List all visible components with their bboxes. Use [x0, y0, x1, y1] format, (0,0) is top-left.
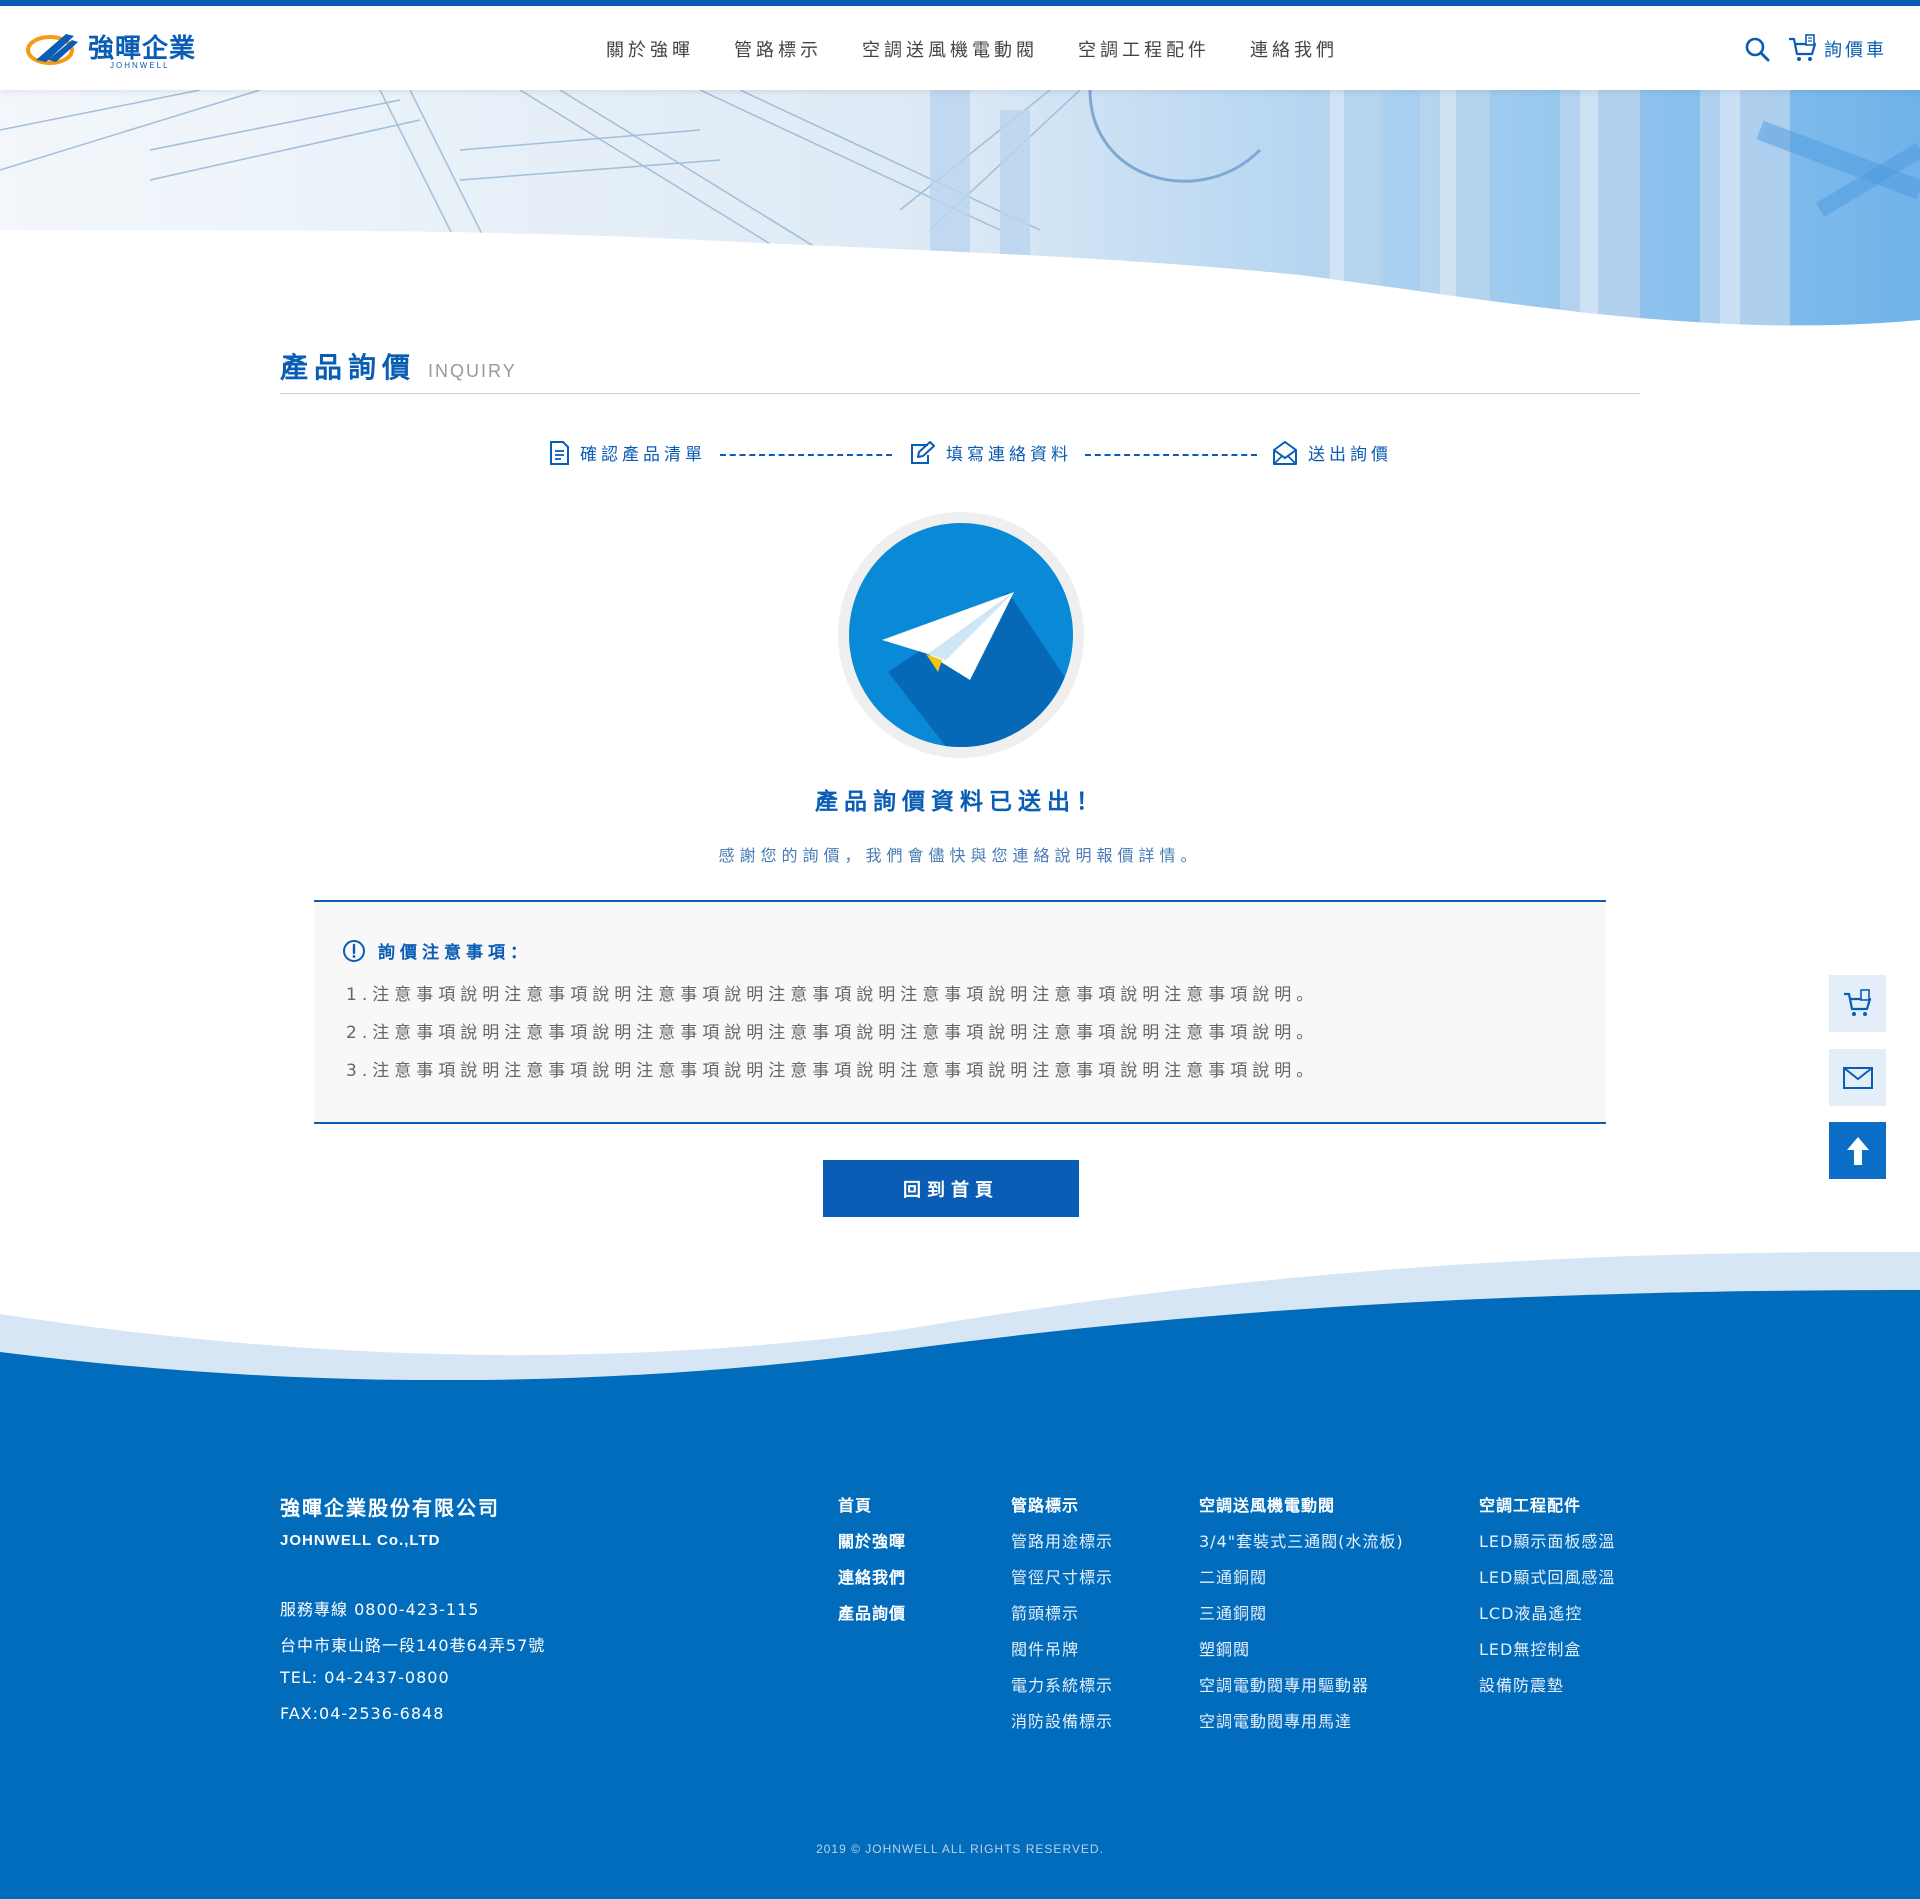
notice-item: 2.注意事項說明注意事項說明注意事項說明注意事項說明注意事項說明注意事項說明注意…: [346, 1023, 1319, 1043]
footer-col-heading[interactable]: 管路標示: [1011, 1492, 1113, 1528]
footer-col-pipe-marking: 管路標示 管路用途標示 管徑尺寸標示 箭頭標示 閥件吊牌 電力系統標示 消防設備…: [1011, 1492, 1113, 1744]
footer-link[interactable]: LED顯式回風感溫: [1479, 1564, 1615, 1600]
side-cart-button[interactable]: [1829, 975, 1886, 1032]
footer-hotline: 服務專線 0800-423-115: [280, 1600, 480, 1619]
footer-link[interactable]: 電力系統標示: [1011, 1672, 1113, 1708]
hero-banner: [0, 90, 1920, 330]
footer-link[interactable]: 消防設備標示: [1011, 1708, 1113, 1744]
footer-address: 台中市東山路一段140巷64弄57號: [280, 1636, 546, 1655]
page-title-en: INQUIRY: [428, 361, 517, 381]
logo[interactable]: 強暉企業 JOHNWELL: [26, 26, 196, 74]
nav-item-pipe-marking[interactable]: 管路標示: [734, 36, 822, 62]
footer-col-valves: 空調送風機電動閥 3/4"套裝式三通閥(水流板) 二通銅閥 三通銅閥 塑鋼閥 空…: [1199, 1492, 1404, 1744]
step-submit: 送出詢價: [1272, 440, 1392, 465]
edit-icon: [911, 440, 935, 464]
step-label: 填寫連絡資料: [946, 445, 1072, 465]
footer-col-accessories: 空調工程配件 LED顯示面板感溫 LED顯式回風感溫 LCD液晶遙控 LED無控…: [1479, 1492, 1615, 1708]
mail-icon: [1273, 440, 1297, 465]
step-label: 確認產品清單: [580, 445, 706, 465]
step-label: 送出詢價: [1308, 445, 1392, 465]
footer-link[interactable]: LED顯示面板感溫: [1479, 1528, 1615, 1564]
page-title: 產品詢價 INQUIRY: [280, 346, 517, 386]
footer-link-inquiry[interactable]: 產品詢價: [838, 1600, 906, 1636]
info-icon: [343, 939, 365, 962]
mail-icon: [1842, 1066, 1873, 1089]
footer-col-main: 首頁 關於強暉 連絡我們 產品詢價: [838, 1492, 906, 1636]
footer-link-contact[interactable]: 連絡我們: [838, 1564, 906, 1600]
site-header: 強暉企業 JOHNWELL 關於強暉 管路標示 空調送風機電動閥 空調工程配件 …: [0, 6, 1920, 90]
cart-button[interactable]: 詢價車: [1788, 32, 1887, 66]
back-to-top-button[interactable]: [1829, 1122, 1886, 1179]
footer-link[interactable]: 閥件吊牌: [1011, 1636, 1113, 1672]
nav-item-valves[interactable]: 空調送風機電動閥: [862, 36, 1038, 62]
nav-item-about[interactable]: 關於強暉: [606, 36, 694, 62]
footer-fax: FAX:04-2536-6848: [280, 1704, 445, 1723]
footer-link[interactable]: 管徑尺寸標示: [1011, 1564, 1113, 1600]
footer-company-name: 強暉企業股份有限公司: [280, 1496, 500, 1520]
main-nav: 關於強暉 管路標示 空調送風機電動閥 空調工程配件 連絡我們: [606, 36, 1338, 62]
site-footer: 強暉企業股份有限公司 JOHNWELL Co.,LTD 服務專線 0800-42…: [0, 1380, 1920, 1899]
footer-link[interactable]: 3/4"套裝式三通閥(水流板): [1199, 1528, 1404, 1564]
inquiry-notice: 詢價注意事項： 1.注意事項說明注意事項說明注意事項說明注意事項說明注意事項說明…: [314, 900, 1606, 1124]
footer-link[interactable]: 空調電動閥專用驅動器: [1199, 1672, 1404, 1708]
notice-header: 詢價注意事項：: [342, 938, 532, 963]
cart-icon: [1843, 988, 1871, 1016]
footer-col-heading[interactable]: 空調工程配件: [1479, 1492, 1615, 1528]
arrow-up-icon: [1846, 1136, 1869, 1165]
notice-title: 詢價注意事項：: [378, 943, 532, 963]
footer-company-name-en: JOHNWELL Co.,LTD: [280, 1532, 441, 1549]
footer-link-about[interactable]: 關於強暉: [838, 1528, 906, 1564]
copyright: 2019 © JOHNWELL ALL RIGHTS RESERVED.: [816, 1842, 1104, 1856]
search-icon[interactable]: [1744, 36, 1770, 62]
notice-item: 3.注意事項說明注意事項說明注意事項說明注意事項說明注意事項說明注意事項說明注意…: [346, 1061, 1319, 1081]
notice-item: 1.注意事項說明注意事項說明注意事項說明注意事項說明注意事項說明注意事項說明注意…: [346, 985, 1319, 1005]
success-title: 產品詢價資料已送出！: [815, 789, 1105, 815]
document-icon: [550, 440, 569, 465]
paper-plane-icon: [849, 523, 1073, 747]
nav-item-contact[interactable]: 連絡我們: [1250, 36, 1338, 62]
logo-text: 強暉企業: [88, 34, 197, 64]
step-fill-info: 填寫連絡資料: [910, 440, 1072, 465]
footer-link[interactable]: 箭頭標示: [1011, 1600, 1113, 1636]
footer-link[interactable]: 設備防震墊: [1479, 1672, 1615, 1708]
success-subtitle: 感謝您的詢價，我們會儘快與您連絡說明報價詳情。: [718, 846, 1202, 865]
footer-link[interactable]: 三通銅閥: [1199, 1600, 1404, 1636]
nav-item-accessories[interactable]: 空調工程配件: [1078, 36, 1210, 62]
footer-link[interactable]: LCD液晶遙控: [1479, 1600, 1615, 1636]
step-confirm: 確認產品清單: [548, 440, 706, 465]
step-connector: [720, 454, 892, 456]
success-badge: [838, 512, 1084, 758]
inquiry-steps: 確認產品清單 填寫連絡資料 送出詢價: [548, 440, 1392, 470]
pipes-illustration: [0, 90, 1920, 326]
footer-col-heading[interactable]: 空調送風機電動閥: [1199, 1492, 1404, 1528]
side-mail-button[interactable]: [1829, 1049, 1886, 1106]
logo-subtext: JOHNWELL: [110, 61, 170, 70]
footer-link[interactable]: 二通銅閥: [1199, 1564, 1404, 1600]
title-divider: [280, 393, 1640, 394]
footer-link[interactable]: LED無控制盒: [1479, 1636, 1615, 1672]
back-home-button[interactable]: 回到首頁: [823, 1160, 1079, 1217]
cart-icon: [1789, 34, 1817, 61]
cart-label: 詢價車: [1824, 40, 1887, 61]
logo-icon: [26, 34, 78, 65]
footer-link[interactable]: 塑鋼閥: [1199, 1636, 1404, 1672]
footer-link[interactable]: 空調電動閥專用馬達: [1199, 1708, 1404, 1744]
step-connector: [1085, 454, 1257, 456]
footer-link[interactable]: 管路用途標示: [1011, 1528, 1113, 1564]
page-title-cn: 產品詢價: [280, 351, 417, 384]
footer-tel: TEL: 04-2437-0800: [280, 1668, 450, 1687]
footer-link-home[interactable]: 首頁: [838, 1492, 906, 1528]
